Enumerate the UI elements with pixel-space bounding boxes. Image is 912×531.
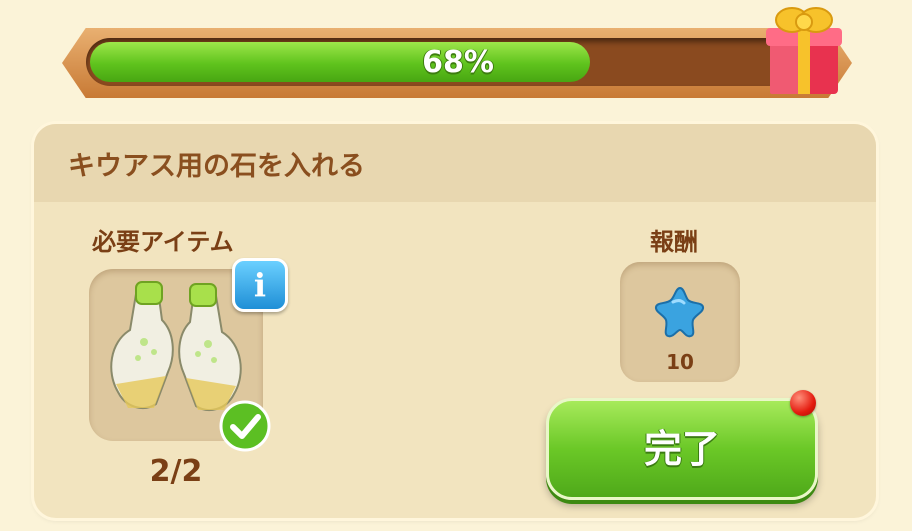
gift-box-icon[interactable] — [762, 0, 846, 98]
blue-star-icon — [654, 286, 705, 338]
reward-label: 報酬 — [650, 228, 698, 256]
reward-amount: 10 — [666, 350, 694, 374]
required-items-label: 必要アイテム — [92, 228, 234, 256]
complete-button[interactable]: 完了 — [546, 398, 818, 500]
notification-dot — [790, 390, 816, 416]
check-icon — [219, 400, 271, 452]
required-item-count: 2/2 — [149, 454, 203, 489]
info-icon[interactable]: i — [232, 258, 288, 312]
quest-panel: キウアス用の石を入れる 必要アイテム i 2/2 報酬 10 完了 — [34, 124, 876, 518]
progress-percent: 68% — [422, 45, 494, 80]
quest-title: キウアス用の石を入れる — [68, 151, 365, 182]
